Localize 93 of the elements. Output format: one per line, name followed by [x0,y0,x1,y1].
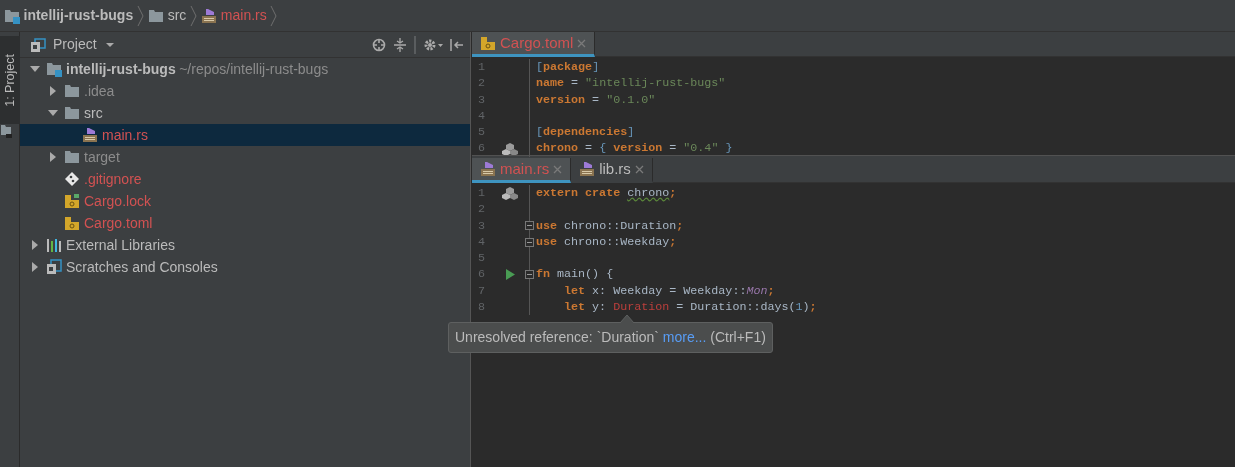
gear-icon[interactable] [423,37,443,52]
hide-panel-icon[interactable] [450,37,464,52]
folder-icon [64,83,80,99]
locked-cargo-file-icon [64,193,80,209]
crates-icon[interactable] [502,141,518,156]
tree-item-label: Cargo.lock [84,191,151,211]
tree-row[interactable]: External Libraries [20,234,470,256]
close-icon[interactable] [634,164,644,174]
line-number: 5 [477,124,486,141]
gitignore-file-icon [64,171,80,187]
line-number: 4 [477,107,486,125]
line-number: 8 [477,299,486,316]
line-number: 3 [477,91,486,108]
chevron-icon [270,4,279,27]
code-line: use chrono::Duration; [536,217,684,234]
panel-title[interactable]: Project [53,34,97,55]
tree-row[interactable]: .idea [20,80,470,102]
more-link[interactable]: more... [662,329,707,345]
shortcut-hint: (Ctrl+F1) [710,329,766,345]
tree-row[interactable]: target [20,146,470,168]
run-icon[interactable] [505,269,515,281]
collapse-arrow-icon[interactable] [48,108,58,118]
line-number: 2 [477,201,486,218]
tree-item-label: target [84,147,120,167]
code-line: fn main() { [536,266,614,283]
caret-icon[interactable] [104,41,115,48]
folder-icon [148,7,165,24]
line-number: 2 [477,75,486,92]
fold-marker-icon[interactable] [525,221,534,231]
libraries-icon [46,237,62,253]
line-number: 6 [477,266,486,283]
code-line: version = "0.1.0" [536,91,656,108]
code-line: [package] [536,59,600,76]
rust-file-icon [480,161,496,177]
line-number: 6 [477,140,486,157]
expand-arrow-icon[interactable] [48,86,58,96]
collapse-arrow-icon[interactable] [30,64,40,74]
code-line: let y: Duration = Duration::days(1); [563,299,817,316]
tree-item-path: ~/repos/intellij-rust-bugs [179,59,329,79]
code-line: let x: Weekday = Weekday::Mon; [563,282,775,300]
cargo-file-icon [64,215,80,231]
code-line: use chrono::Weekday; [536,233,677,251]
locate-icon[interactable] [372,37,386,52]
tree-item-label: .idea [84,81,115,101]
collapse-all-icon[interactable] [393,37,407,52]
expand-arrow-icon[interactable] [48,152,58,162]
editor-tab[interactable]: lib.rs [571,158,653,183]
expand-arrow-icon[interactable] [30,240,40,250]
tree-item-label: Cargo.toml [84,213,153,233]
tree-item-label: .gitignore [84,169,142,189]
rust-file-icon [579,161,596,177]
module-folder-icon [4,7,20,24]
rust-file-icon [201,7,218,24]
tree-row[interactable]: src [20,102,470,124]
rust-file-icon [82,127,98,143]
scratches-icon [46,259,62,275]
tree-row[interactable]: intellij-rust-bugs ~/repos/intellij-rust-bugs [20,58,470,80]
tree-item-label: External Libraries [66,235,175,255]
tree-row[interactable]: Cargo.toml [20,212,470,234]
chevron-icon [189,4,198,27]
code-line: extern crate chrono; [536,185,677,202]
code-line: name = "intellij-rust-bugs" [536,75,726,92]
line-number: 5 [477,250,486,267]
module-folder-icon [46,61,62,77]
crates-icon[interactable] [502,186,518,201]
code-line: [dependencies] [536,124,635,141]
folder-icon [64,105,80,121]
breadcrumb-item[interactable]: intellij-rust-bugs [23,5,134,26]
project-view-icon [30,36,46,53]
line-number: 4 [477,233,486,251]
tree-item-label: intellij-rust-bugs [66,59,176,79]
selected-tree-row[interactable]: main.rs [20,124,470,146]
breadcrumb-item[interactable]: main.rs [220,5,267,26]
chevron-icon [136,4,145,27]
line-number: 3 [477,217,486,234]
fold-marker-icon[interactable] [525,237,534,247]
code-line: chrono = { version = "0.4" } [536,140,733,157]
cargo-file-icon [480,35,496,51]
editor-tab[interactable]: Cargo.toml [472,32,596,57]
breadcrumb-item[interactable]: src [167,5,187,26]
tree-item-label: main.rs [102,125,148,145]
tree-row[interactable]: Cargo.lock [20,190,470,212]
tool-window-tab[interactable]: 1: Project [0,36,20,124]
tree-item-label: Scratches and Consoles [66,257,218,277]
tree-row[interactable]: Scratches and Consoles [20,256,470,278]
folder-icon [64,149,80,165]
expand-arrow-icon[interactable] [30,262,40,272]
tooltip-message: Unresolved reference: `Duration` [455,329,659,345]
tree-row[interactable]: .gitignore [20,168,470,190]
fold-marker-icon[interactable] [525,270,534,280]
line-number: 7 [477,282,486,300]
tree-item-label: src [84,103,103,123]
editor-tab[interactable]: main.rs [472,158,572,183]
